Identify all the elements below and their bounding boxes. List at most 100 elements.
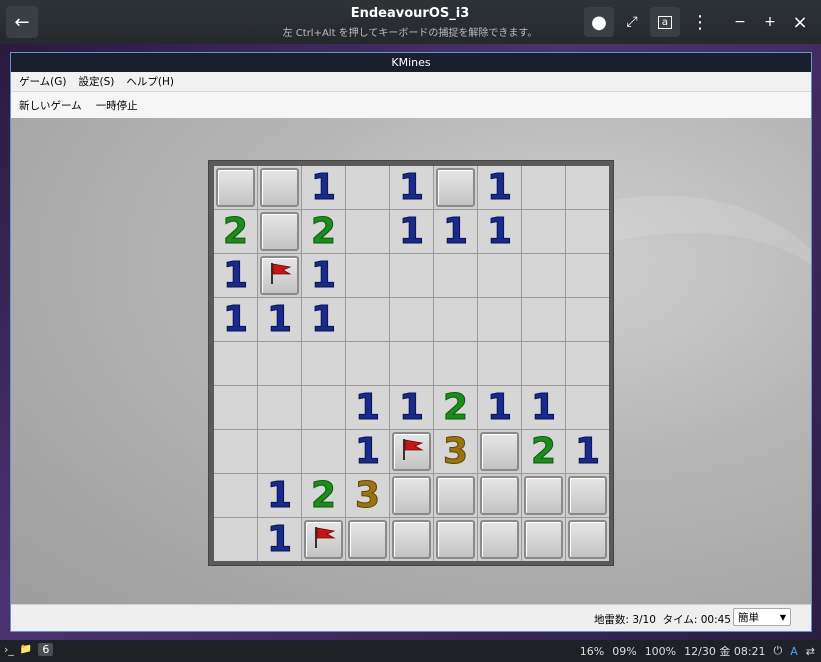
number-cell[interactable]: 3 <box>346 474 389 517</box>
menu-settings[interactable]: 設定(S) <box>79 74 115 89</box>
empty-cell[interactable] <box>522 342 565 385</box>
new-game-button[interactable]: 新しいゲーム <box>19 98 82 113</box>
closed-cell[interactable] <box>566 518 609 561</box>
closed-cell[interactable] <box>258 210 301 253</box>
empty-cell[interactable] <box>522 298 565 341</box>
empty-cell[interactable] <box>346 210 389 253</box>
maximize-button[interactable]: + <box>755 7 785 37</box>
flagged-cell[interactable] <box>258 254 301 297</box>
menu-game[interactable]: ゲーム(G) <box>19 74 67 89</box>
number-cell[interactable]: 1 <box>258 474 301 517</box>
empty-cell[interactable] <box>302 342 345 385</box>
empty-cell[interactable] <box>346 166 389 209</box>
terminal-icon[interactable]: ›_ <box>4 643 14 656</box>
number-cell[interactable]: 2 <box>214 210 257 253</box>
empty-cell[interactable] <box>390 298 433 341</box>
keyboard-button[interactable]: a <box>650 7 680 37</box>
number-cell[interactable]: 2 <box>434 386 477 429</box>
closed-cell[interactable] <box>434 518 477 561</box>
number-cell[interactable]: 1 <box>214 298 257 341</box>
empty-cell[interactable] <box>566 254 609 297</box>
number-cell[interactable]: 1 <box>522 386 565 429</box>
closed-cell[interactable] <box>522 518 565 561</box>
empty-cell[interactable] <box>390 254 433 297</box>
record-button[interactable]: ● <box>584 7 614 37</box>
empty-cell[interactable] <box>214 430 257 473</box>
closed-cell[interactable] <box>258 166 301 209</box>
workspace-indicator[interactable]: 6 <box>38 643 54 656</box>
number-cell[interactable]: 1 <box>258 518 301 561</box>
empty-cell[interactable] <box>214 342 257 385</box>
number-cell[interactable]: 1 <box>478 166 521 209</box>
empty-cell[interactable] <box>258 342 301 385</box>
closed-cell[interactable] <box>346 518 389 561</box>
empty-cell[interactable] <box>346 254 389 297</box>
pause-button[interactable]: 一時停止 <box>96 98 138 113</box>
number-cell[interactable]: 3 <box>434 430 477 473</box>
empty-cell[interactable] <box>258 430 301 473</box>
minimize-button[interactable]: − <box>725 7 755 37</box>
closed-cell[interactable] <box>390 474 433 517</box>
difficulty-select[interactable]: 簡単 ▼ <box>733 608 791 626</box>
number-cell[interactable]: 1 <box>390 166 433 209</box>
number-cell[interactable]: 1 <box>390 210 433 253</box>
empty-cell[interactable] <box>522 210 565 253</box>
close-button[interactable]: × <box>785 7 815 37</box>
number-cell[interactable]: 1 <box>258 298 301 341</box>
input-method-icon[interactable]: A <box>790 645 798 658</box>
empty-cell[interactable] <box>434 254 477 297</box>
closed-cell[interactable] <box>478 518 521 561</box>
empty-cell[interactable] <box>390 342 433 385</box>
number-cell[interactable]: 2 <box>522 430 565 473</box>
network-icon[interactable]: ⇄ <box>806 645 815 658</box>
fullscreen-button[interactable]: ⤢ <box>617 7 647 37</box>
empty-cell[interactable] <box>258 386 301 429</box>
number-cell[interactable]: 1 <box>434 210 477 253</box>
back-button[interactable]: ← <box>6 6 38 38</box>
empty-cell[interactable] <box>346 298 389 341</box>
closed-cell[interactable] <box>434 166 477 209</box>
closed-cell[interactable] <box>390 518 433 561</box>
empty-cell[interactable] <box>214 474 257 517</box>
empty-cell[interactable] <box>478 298 521 341</box>
empty-cell[interactable] <box>566 342 609 385</box>
empty-cell[interactable] <box>302 386 345 429</box>
number-cell[interactable]: 1 <box>390 386 433 429</box>
empty-cell[interactable] <box>302 430 345 473</box>
closed-cell[interactable] <box>566 474 609 517</box>
closed-cell[interactable] <box>478 474 521 517</box>
empty-cell[interactable] <box>478 254 521 297</box>
number-cell[interactable]: 1 <box>302 298 345 341</box>
number-cell[interactable]: 1 <box>566 430 609 473</box>
closed-cell[interactable] <box>522 474 565 517</box>
closed-cell[interactable] <box>214 166 257 209</box>
number-cell[interactable]: 1 <box>478 210 521 253</box>
empty-cell[interactable] <box>434 298 477 341</box>
closed-cell[interactable] <box>434 474 477 517</box>
closed-cell[interactable] <box>478 430 521 473</box>
number-cell[interactable]: 1 <box>346 430 389 473</box>
number-cell[interactable]: 1 <box>214 254 257 297</box>
empty-cell[interactable] <box>214 386 257 429</box>
empty-cell[interactable] <box>566 386 609 429</box>
number-cell[interactable]: 1 <box>302 166 345 209</box>
flagged-cell[interactable] <box>390 430 433 473</box>
empty-cell[interactable] <box>566 210 609 253</box>
volume-level[interactable]: 100% <box>645 645 676 658</box>
empty-cell[interactable] <box>346 342 389 385</box>
power-icon[interactable]: ⏻ <box>774 644 783 658</box>
folder-icon[interactable]: 📁 <box>20 644 32 655</box>
number-cell[interactable]: 1 <box>346 386 389 429</box>
number-cell[interactable]: 1 <box>302 254 345 297</box>
empty-cell[interactable] <box>478 342 521 385</box>
number-cell[interactable]: 2 <box>302 210 345 253</box>
number-cell[interactable]: 2 <box>302 474 345 517</box>
empty-cell[interactable] <box>214 518 257 561</box>
empty-cell[interactable] <box>566 298 609 341</box>
number-cell[interactable]: 1 <box>478 386 521 429</box>
empty-cell[interactable] <box>434 342 477 385</box>
menu-button[interactable]: ⋮ <box>685 7 715 37</box>
empty-cell[interactable] <box>566 166 609 209</box>
empty-cell[interactable] <box>522 166 565 209</box>
flagged-cell[interactable] <box>302 518 345 561</box>
